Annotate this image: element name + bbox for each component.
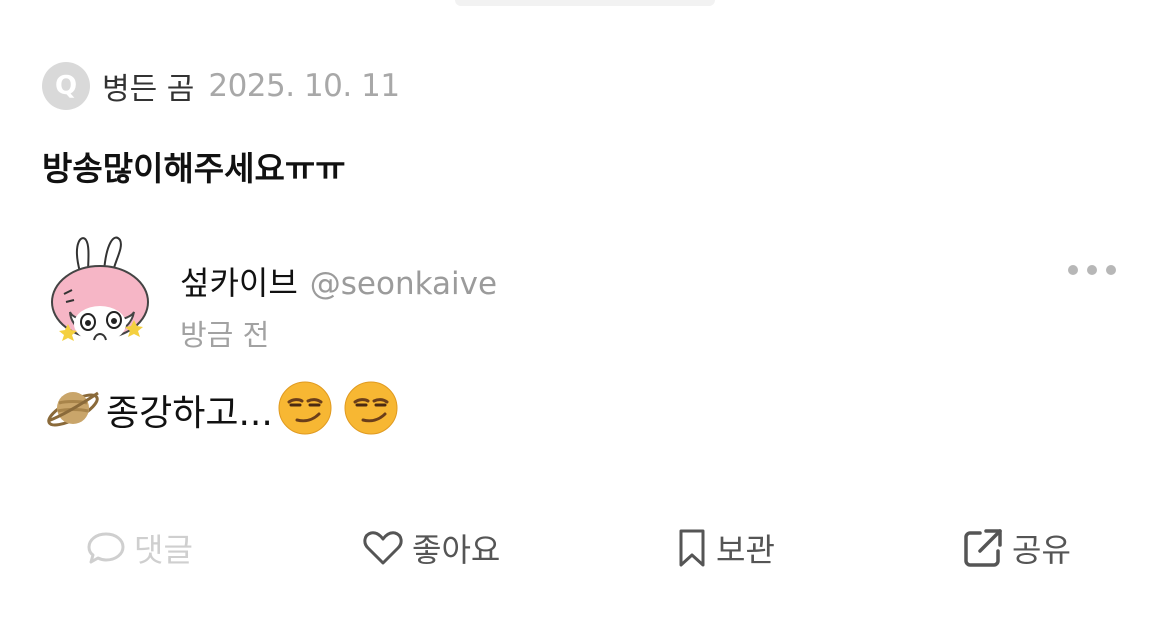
- more-options-icon[interactable]: [1068, 258, 1116, 282]
- comment-label: 댓글: [134, 531, 193, 569]
- question-text: 방송많이해주세요ㅠㅠ: [42, 149, 346, 188]
- save-label: 보관: [716, 531, 775, 569]
- share-label: 공유: [1012, 531, 1071, 569]
- question-header: Q 병든 곰 2025. 10. 11: [42, 62, 400, 110]
- share-external-icon: [962, 527, 1004, 569]
- user-handle[interactable]: @seonkaive: [310, 266, 497, 302]
- question-date: 2025. 10. 11: [208, 68, 400, 104]
- like-label: 좋아요: [412, 531, 501, 569]
- heart-icon: [362, 529, 404, 567]
- comment-button[interactable]: 댓글: [86, 520, 193, 576]
- share-button[interactable]: 공유: [962, 520, 1071, 576]
- answer-author-row: 섶카이브 @seonkaive: [180, 258, 497, 304]
- save-button[interactable]: 보관: [676, 520, 775, 576]
- like-button[interactable]: 좋아요: [362, 520, 500, 576]
- avatar[interactable]: [42, 232, 160, 352]
- bookmark-icon: [676, 527, 708, 569]
- bunny-avatar-icon: [51, 236, 149, 342]
- question-badge-icon: Q: [42, 62, 90, 110]
- post-time: 방금 전: [180, 318, 270, 352]
- action-bar: 댓글 좋아요 보관 공유: [0, 520, 1169, 576]
- ringed-planet-icon: [44, 379, 102, 441]
- smirking-face-icon: [343, 380, 399, 440]
- question-author: 병든 곰: [102, 72, 195, 107]
- smirking-face-icon: [277, 380, 333, 440]
- answer-text: 종강하고...: [106, 393, 273, 434]
- answer-text-row: 종강하고...: [44, 380, 409, 440]
- display-name[interactable]: 섶카이브: [180, 258, 298, 304]
- comment-bubble-icon: [86, 530, 126, 566]
- sheet-handle: [455, 0, 715, 6]
